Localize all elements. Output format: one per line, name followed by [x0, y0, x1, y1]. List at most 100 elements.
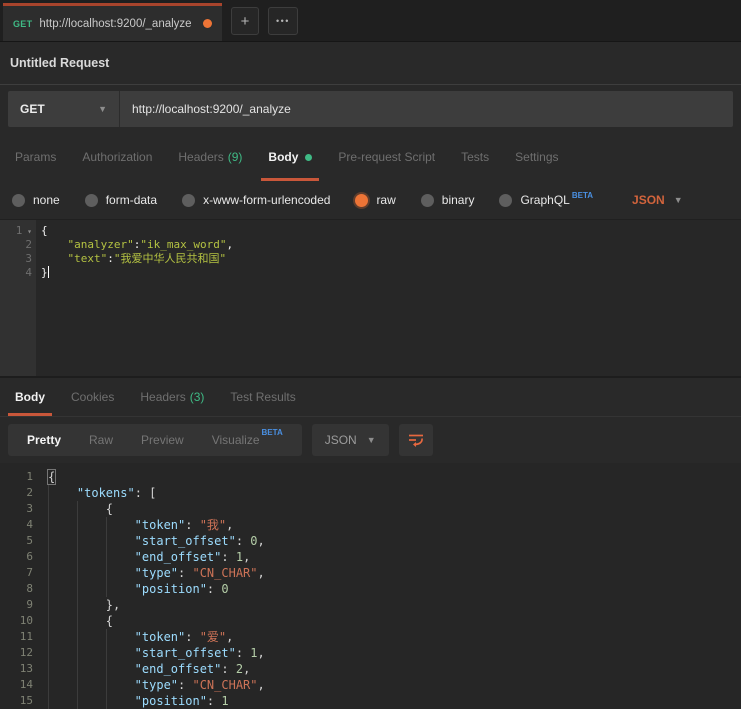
- beautify-button[interactable]: [398, 424, 433, 456]
- body-mode-label: form-data: [105, 193, 158, 207]
- code-token: "我爱中华人民共和国": [113, 252, 227, 265]
- indent-guide: [77, 645, 106, 661]
- response-tab-cookies[interactable]: Cookies: [58, 378, 127, 416]
- code-token: ,: [257, 646, 265, 660]
- body-mode-binary[interactable]: binary: [420, 193, 474, 207]
- radio-icon: [12, 193, 25, 207]
- url-input[interactable]: http://localhost:9200/_analyze: [120, 91, 733, 127]
- tab-options-button[interactable]: •••: [268, 7, 298, 35]
- line-number: 4: [26, 518, 33, 531]
- indent-guide: [48, 597, 77, 613]
- body-mode-options: none form-data x-www-form-urlencoded raw bin…: [12, 191, 618, 207]
- line-number: 11: [19, 630, 33, 643]
- tab-label: Body: [268, 150, 299, 164]
- request-tab-pre-request-script[interactable]: Pre-request Script: [325, 133, 448, 181]
- tab-method-badge: GET: [13, 18, 33, 29]
- code-line: "type": "CN_CHAR",: [48, 677, 265, 693]
- line-number: 4: [25, 266, 32, 279]
- code-token: "start_offset": [134, 646, 236, 660]
- body-mode-label: x-www-form-urlencoded: [203, 193, 331, 207]
- body-mode-x-www-form-urlencoded[interactable]: x-www-form-urlencoded: [182, 193, 330, 207]
- code-token: 1: [221, 694, 229, 708]
- code-line: {: [48, 613, 265, 629]
- line-number: 2: [26, 486, 33, 499]
- indent-guide: [48, 517, 77, 533]
- response-format-value: JSON: [324, 433, 357, 447]
- beta-badge: BETA: [261, 428, 283, 437]
- code-line: "token": "爱",: [48, 629, 265, 645]
- indent-guide: [77, 661, 106, 677]
- indent-guide: [106, 645, 135, 661]
- indent-guide: [48, 661, 77, 677]
- view-mode-raw[interactable]: Raw: [75, 433, 127, 447]
- response-toolbar: Pretty Raw Preview Visualize BETA JSON ▼: [0, 417, 741, 463]
- response-tabs: Body Cookies Headers (3) Test Results: [0, 376, 741, 417]
- body-mode-raw[interactable]: raw: [355, 193, 396, 207]
- method-select[interactable]: GET ▼: [8, 91, 120, 127]
- code-line: "position": 1: [48, 693, 265, 709]
- code-token: "CN_CHAR": [192, 678, 258, 692]
- request-title-row: Untitled Request: [0, 42, 741, 85]
- new-tab-button[interactable]: +: [231, 7, 259, 35]
- body-mode-graphql[interactable]: GraphQL BETA: [499, 191, 593, 207]
- indent-guide: [77, 597, 106, 613]
- line-number: 7: [26, 566, 33, 579]
- code-line: "analyzer":"ik_max_word",: [41, 238, 234, 252]
- view-mode-label: Raw: [89, 433, 114, 447]
- line-number: 13: [19, 662, 33, 675]
- tab-count-badge: (9): [227, 150, 243, 164]
- code-line: {: [48, 501, 265, 517]
- request-tab-authorization[interactable]: Authorization: [69, 133, 165, 181]
- code-token: "我": [199, 518, 227, 532]
- indent-guide: [48, 645, 77, 661]
- code-line: "position": 0: [48, 581, 265, 597]
- view-mode-label: Visualize: [211, 433, 260, 447]
- plus-icon: +: [240, 12, 250, 30]
- response-body-editor[interactable]: 12345678910111213141516 {"tokens": [{"to…: [0, 463, 741, 709]
- line-number: 1 ▾: [15, 224, 32, 237]
- tab-title: http://localhost:9200/_analyze: [39, 17, 192, 30]
- request-tab-settings[interactable]: Settings: [502, 133, 571, 181]
- code-token: "token": [134, 518, 186, 532]
- line-number: 9: [26, 598, 33, 611]
- code-token: "type": [134, 678, 179, 692]
- radio-icon: [84, 193, 98, 207]
- body-mode-label: raw: [376, 193, 396, 207]
- code-token: :: [235, 534, 251, 548]
- indent-guide: [77, 581, 106, 597]
- tab-label: Test Results: [230, 390, 296, 404]
- open-request-tab[interactable]: GET http://localhost:9200/_analyze: [3, 3, 222, 41]
- fold-arrow-icon[interactable]: ▾: [22, 227, 32, 236]
- code-token: 0: [221, 582, 229, 596]
- request-tab-body[interactable]: Body: [255, 133, 325, 181]
- body-mode-none[interactable]: none: [12, 193, 60, 207]
- view-mode-visualize[interactable]: Visualize BETA: [198, 428, 297, 447]
- code-token: }: [41, 266, 48, 279]
- response-tab-headers[interactable]: Headers (3): [127, 378, 217, 416]
- indent-guide: [48, 565, 77, 581]
- indent-guide: [48, 693, 77, 709]
- view-mode-preview[interactable]: Preview: [127, 433, 198, 447]
- request-editor-code[interactable]: { "analyzer":"ik_max_word", "text":"我爱中华…: [36, 220, 233, 376]
- body-mode-form-data[interactable]: form-data: [84, 193, 158, 207]
- request-tab-headers[interactable]: Headers (9): [165, 133, 255, 181]
- response-tab-body[interactable]: Body: [2, 378, 58, 416]
- tab-label: Pre-request Script: [338, 150, 436, 164]
- request-body-editor[interactable]: 1 ▾ 2 3 4 { "analyzer":"ik_max_word", "text…: [0, 220, 741, 376]
- response-editor-gutter: 12345678910111213141516: [0, 469, 46, 709]
- code-token: "爱": [199, 630, 227, 644]
- code-line: "start_offset": 0,: [48, 533, 265, 549]
- code-line: "start_offset": 1,: [48, 645, 265, 661]
- code-token: "position": [134, 582, 207, 596]
- indent-guide: [77, 501, 106, 517]
- tab-label: Body: [15, 390, 45, 404]
- code-token: :: [185, 630, 200, 644]
- response-tab-test-results[interactable]: Test Results: [217, 378, 308, 416]
- response-editor-code[interactable]: {"tokens": [{"token": "我", "start_offset"…: [46, 469, 265, 709]
- raw-format-select[interactable]: JSON ▼: [632, 193, 683, 207]
- view-mode-pretty[interactable]: Pretty: [13, 433, 75, 447]
- response-format-select[interactable]: JSON ▼: [311, 424, 389, 456]
- request-tab-tests[interactable]: Tests: [448, 133, 502, 181]
- request-tab-params[interactable]: Params: [2, 133, 69, 181]
- code-token: ,: [243, 550, 251, 564]
